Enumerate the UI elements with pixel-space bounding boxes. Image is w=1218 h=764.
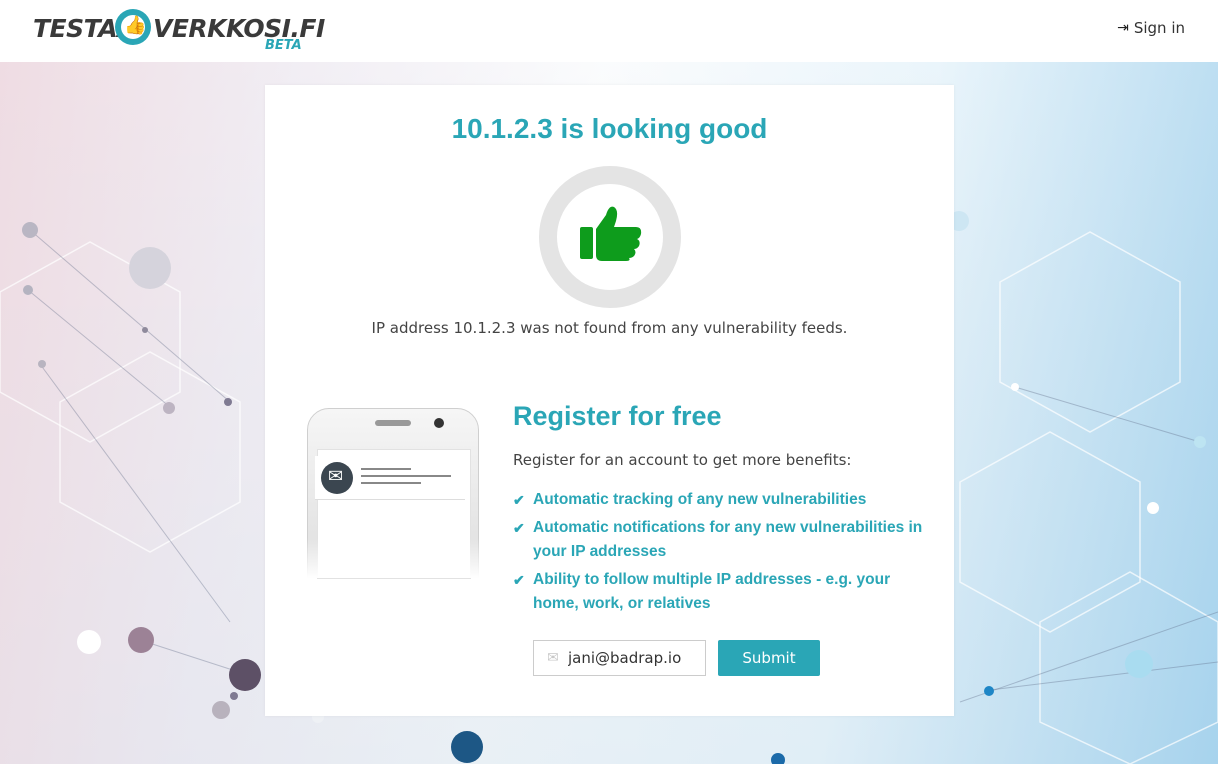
benefit-text: Automatic notifications for any new vuln… (533, 519, 923, 560)
benefit-item: ✔ Ability to follow multiple IP addresse… (513, 568, 933, 616)
envelope-icon: ✉ (547, 650, 559, 666)
benefit-item: ✔ Automatic tracking of any new vulnerab… (513, 488, 933, 512)
result-card: 10.1.2.3 is looking good IP address 10.1… (265, 85, 954, 716)
mail-icon (321, 462, 353, 494)
email-input[interactable] (568, 649, 698, 667)
sign-in-link[interactable]: ⇥ Sign in (1117, 18, 1185, 38)
notification-preview (315, 456, 465, 500)
register-title: Register for free (513, 401, 722, 431)
sign-in-label: Sign in (1133, 19, 1185, 37)
site-logo[interactable]: TESTAA 👍 VERKKOSI.FI BETA (33, 8, 325, 56)
phone-illustration (305, 408, 483, 579)
sign-in-icon: ⇥ (1117, 20, 1129, 36)
notification-line (361, 468, 411, 470)
submit-button[interactable]: Submit (718, 640, 820, 676)
notification-line (361, 482, 421, 484)
check-icon: ✔ (513, 520, 525, 536)
thumbs-up-icon (580, 206, 642, 261)
logo-thumb-icon: 👍 (115, 9, 151, 45)
logo-beta-badge: BETA (265, 38, 302, 53)
benefit-item: ✔ Automatic notifications for any new vu… (513, 516, 933, 564)
notification-line (361, 475, 451, 477)
result-headline: 10.1.2.3 is looking good (451, 113, 768, 144)
result-message: IP address 10.1.2.3 was not found from a… (371, 319, 848, 337)
top-bar: TESTAA 👍 VERKKOSI.FI BETA ⇥ Sign in (0, 0, 1218, 62)
phone-fade (305, 538, 483, 578)
check-icon: ✔ (513, 572, 525, 588)
phone-camera (434, 418, 444, 428)
email-field[interactable]: ✉ (533, 640, 706, 676)
register-subtitle: Register for an account to get more bene… (513, 451, 852, 469)
benefit-text: Automatic tracking of any new vulnerabil… (533, 491, 867, 508)
check-icon: ✔ (513, 492, 525, 508)
benefits-list: ✔ Automatic tracking of any new vulnerab… (513, 488, 933, 620)
benefit-text: Ability to follow multiple IP addresses … (533, 571, 891, 612)
phone-speaker (375, 420, 411, 426)
